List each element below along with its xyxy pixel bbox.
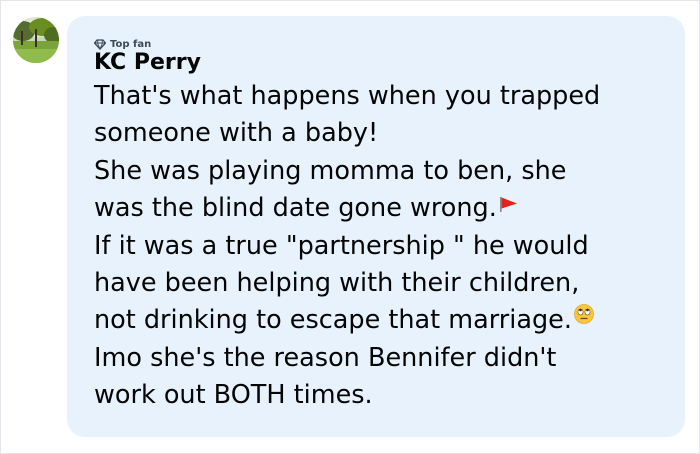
comment-line: She was playing momma to ben, she xyxy=(94,155,567,186)
avatar[interactable] xyxy=(13,17,59,63)
comment-line-with-flag: was the blind date gone wrong. xyxy=(94,190,679,228)
comment-line: have been helping with their children, xyxy=(94,267,580,298)
comment-card: Top fan KC Perry That's what happens whe… xyxy=(0,0,700,454)
eye-roll-emoji-icon xyxy=(573,299,595,336)
comment-text: That's what happens when you trapped som… xyxy=(94,78,679,414)
badge-label: Top fan xyxy=(110,38,152,50)
author-name[interactable]: KC Perry xyxy=(94,50,201,76)
comment-line: Imo she's the reason Bennifer didn't xyxy=(94,342,557,373)
comment-line-text: was the blind date gone wrong. xyxy=(94,192,497,223)
avatar-image xyxy=(13,17,59,63)
red-flag-icon xyxy=(498,187,520,224)
comment-line: That's what happens when you trapped xyxy=(94,81,601,111)
comment-bubble: Top fan KC Perry That's what happens whe… xyxy=(67,16,685,437)
comment-line: work out BOTH times. xyxy=(94,380,373,411)
comment-line: someone with a baby! xyxy=(94,118,379,149)
comment-line-text: not drinking to escape that marriage. xyxy=(94,305,572,336)
comment-line: If it was a true "partnership " he would xyxy=(94,230,589,261)
top-fan-badge[interactable]: Top fan xyxy=(94,37,151,51)
diamond-icon xyxy=(94,38,106,50)
comment-line-with-emoji: not drinking to escape that marriage. xyxy=(94,302,679,340)
